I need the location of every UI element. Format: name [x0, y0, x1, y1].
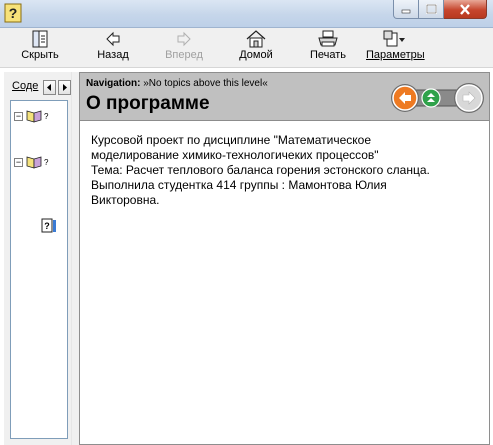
hide-pane-icon [32, 30, 48, 48]
collapse-icon[interactable]: − [14, 111, 23, 121]
up-topic-button[interactable] [421, 88, 441, 108]
close-button[interactable] [444, 0, 487, 19]
tab-scroll-left-button[interactable] [43, 80, 56, 95]
maximize-icon [425, 4, 437, 14]
home-button[interactable]: Домой [236, 30, 276, 66]
page-title: О программе [86, 93, 210, 114]
tree-node-book-1[interactable]: − ? [14, 109, 48, 123]
previous-topic-button[interactable] [391, 84, 419, 112]
tree-node-label: ? [44, 157, 49, 167]
contents-tree[interactable]: − ? − ? ? [10, 100, 68, 439]
options-icon [383, 30, 405, 47]
body-line: Викторовна. [91, 193, 160, 207]
navigation-pane: Соде − ? − ? ? [4, 72, 71, 445]
topic-header: Navigation: »No topics above this level«… [80, 73, 489, 121]
pane-splitter[interactable] [71, 72, 79, 445]
hide-button[interactable]: Скрыть [18, 30, 62, 66]
next-topic-button[interactable] [454, 83, 484, 113]
options-label: Параметры [366, 49, 425, 61]
close-icon [460, 3, 470, 15]
forward-arrow-icon [177, 31, 191, 47]
home-label: Домой [239, 49, 273, 61]
print-button[interactable]: Печать [306, 30, 350, 66]
body-line: Курсовой проект по дисциплине "Математич… [91, 133, 372, 147]
back-arrow-icon [106, 31, 120, 47]
toolbar: Скрыть Назад Вперед Домой Печать Парамет… [0, 28, 493, 68]
minimize-icon [401, 9, 411, 14]
tree-node-topic[interactable]: ? [41, 218, 57, 233]
home-icon [246, 30, 266, 48]
help-question-icon[interactable]: ? [4, 3, 22, 23]
svg-text:?: ? [9, 5, 18, 21]
topic-pane: Navigation: »No topics above this level«… [79, 72, 490, 445]
collapse-icon[interactable]: − [14, 157, 23, 167]
maximize-button[interactable] [419, 0, 444, 19]
print-label: Печать [309, 49, 347, 61]
forward-button[interactable]: Вперед [160, 30, 208, 66]
tab-scroll-right-button[interactable] [58, 80, 71, 95]
arrow-right-icon [63, 84, 67, 91]
help-topic-icon: ? [41, 218, 56, 233]
arrow-left-icon [47, 84, 51, 91]
body-line: Выполнила студентка 414 группы : Мамонто… [91, 178, 387, 192]
tab-contents[interactable]: Соде [12, 80, 42, 92]
forward-label: Вперед [165, 49, 203, 61]
minimize-button[interactable] [393, 0, 419, 19]
navigation-line: Navigation: »No topics above this level« [86, 78, 268, 89]
navigation-prefix: Navigation: [86, 78, 141, 89]
back-button[interactable]: Назад [91, 30, 135, 66]
options-button[interactable]: Параметры [366, 30, 425, 66]
printer-icon [318, 30, 338, 47]
topic-body: Курсовой проект по дисциплине "Математич… [91, 133, 481, 208]
back-label: Назад [97, 49, 129, 61]
svg-text:?: ? [44, 221, 50, 231]
open-book-icon [26, 110, 42, 123]
navigation-text: »No topics above this level« [143, 78, 268, 89]
hide-label: Скрыть [21, 49, 59, 61]
body-line: Тема: Расчет теплового баланса горения э… [91, 163, 430, 177]
pane-tabs: Соде [8, 78, 71, 96]
open-book-icon [26, 156, 42, 169]
body-line: моделирование химико-технологичеких проц… [91, 148, 379, 162]
tree-node-label: ? [44, 111, 49, 121]
tree-node-book-2[interactable]: − ? [14, 155, 48, 169]
topic-nav-controls [391, 83, 484, 113]
title-bar: ? [0, 0, 493, 28]
